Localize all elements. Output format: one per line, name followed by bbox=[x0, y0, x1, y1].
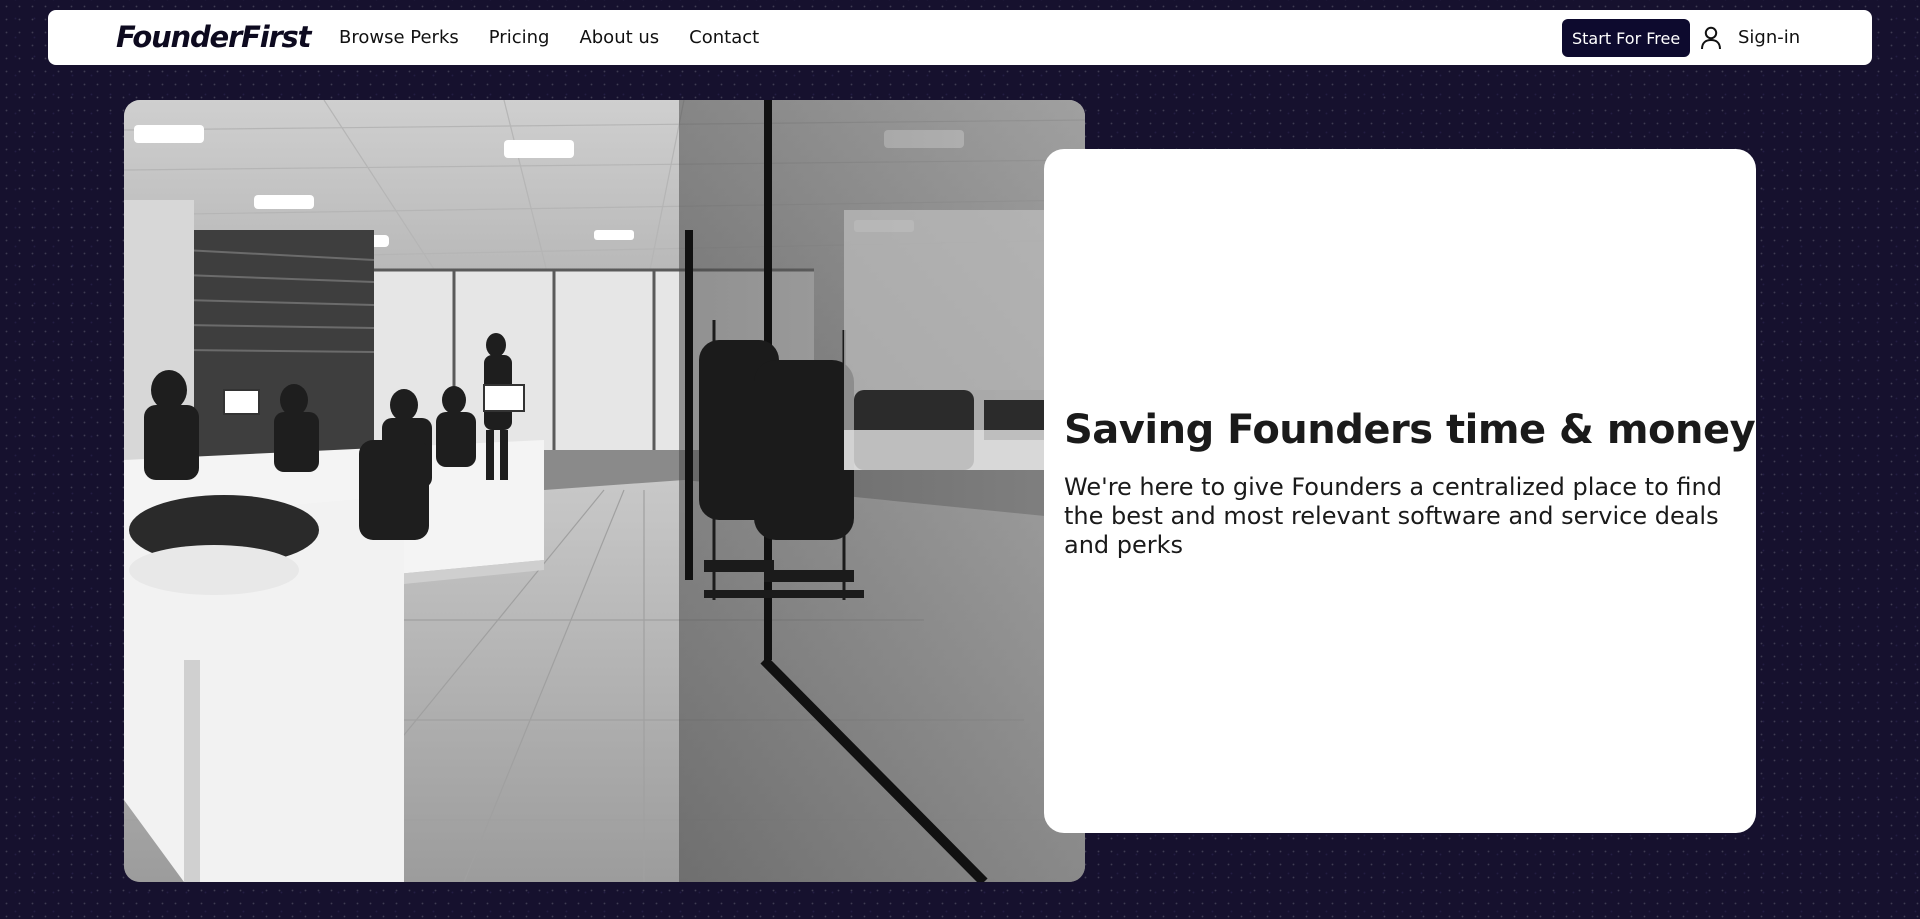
navbar: FounderFirst Browse Perks Pricing About … bbox=[48, 10, 1872, 65]
start-for-free-button[interactable]: Start For Free bbox=[1562, 19, 1691, 57]
hero-subtitle: We're here to give Founders a centralize… bbox=[1064, 472, 1722, 559]
nav-link-pricing[interactable]: Pricing bbox=[489, 27, 550, 48]
user-icon bbox=[1700, 26, 1722, 50]
nav-link-browse-perks[interactable]: Browse Perks bbox=[339, 27, 459, 48]
logo[interactable]: FounderFirst bbox=[116, 19, 311, 55]
nav-links: Browse Perks Pricing About us Contact bbox=[339, 10, 789, 65]
hero-office-photo bbox=[124, 100, 1085, 882]
nav-link-contact[interactable]: Contact bbox=[689, 27, 759, 48]
nav-link-about-us[interactable]: About us bbox=[579, 27, 659, 48]
sign-in-link[interactable]: Sign-in bbox=[1700, 10, 1800, 65]
sign-in-label: Sign-in bbox=[1738, 27, 1801, 48]
hero-title: Saving Founders time & money bbox=[1064, 406, 1756, 453]
hero-card: Saving Founders time & money We're here … bbox=[1044, 149, 1756, 833]
